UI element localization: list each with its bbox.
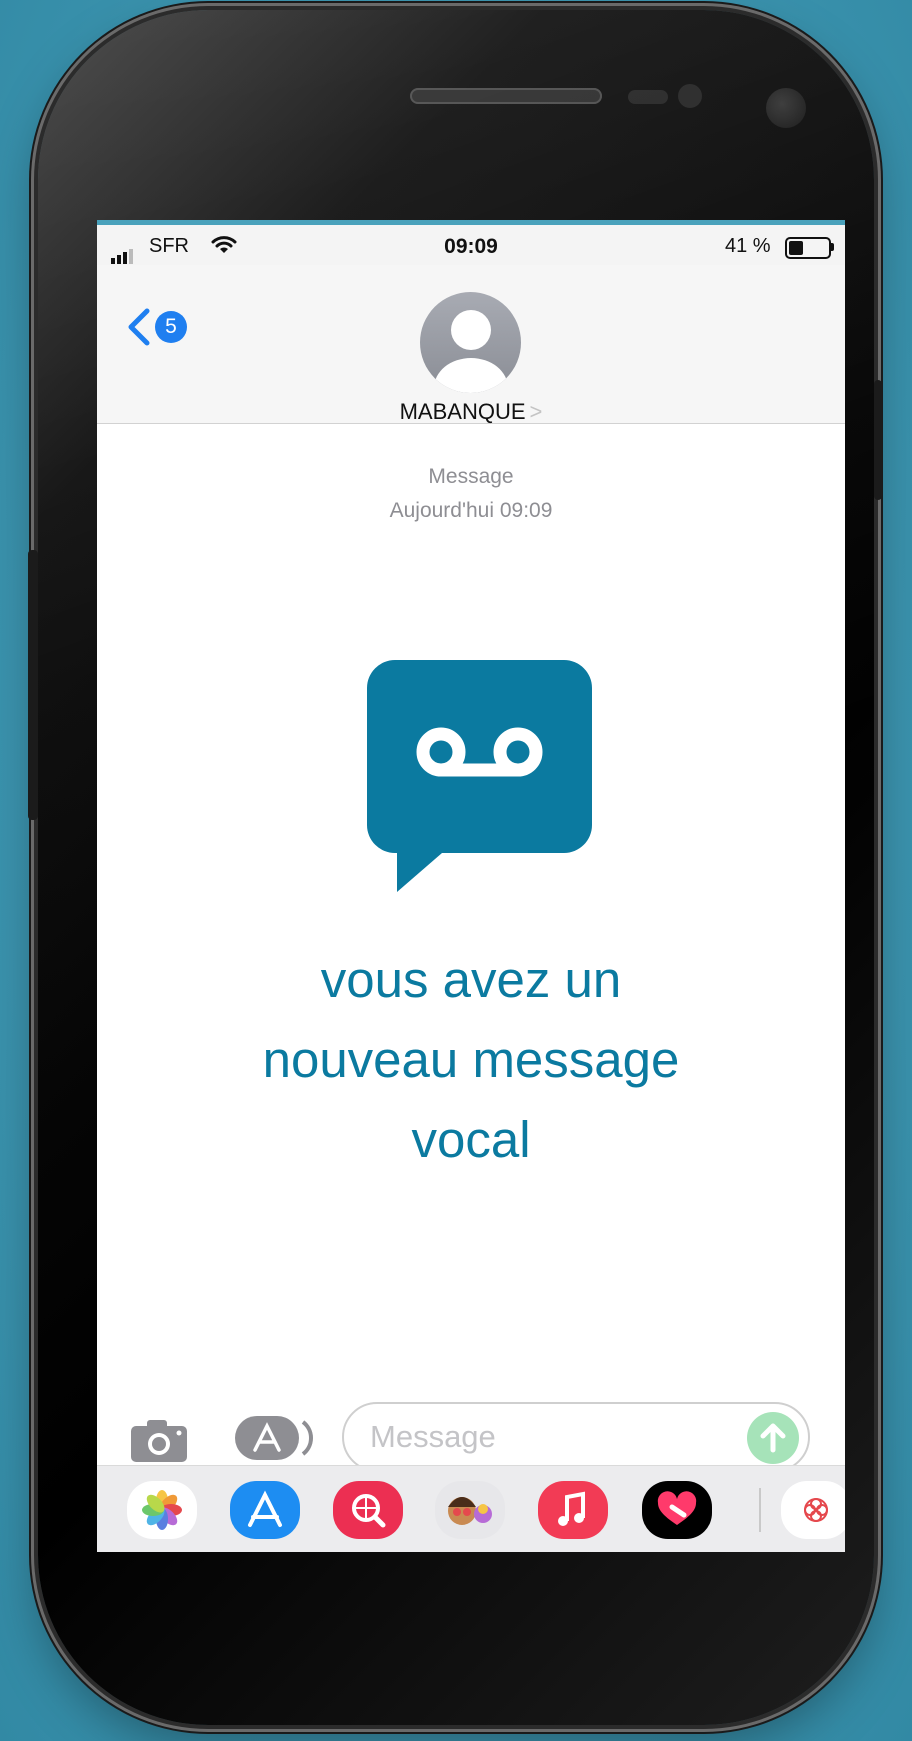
message-timestamp: Aujourd'hui 09:09	[389, 499, 553, 522]
message-meta: Message Aujourd'hui 09:09	[97, 460, 845, 528]
web-search-icon[interactable]	[333, 1481, 403, 1539]
voicemail-notice: vous avez un nouveau message vocal	[171, 940, 771, 1180]
arrow-up-icon	[760, 1423, 786, 1453]
voicemail-icon	[367, 660, 592, 892]
drawer-divider	[759, 1488, 761, 1532]
contact-name-button[interactable]: MABANQUE >	[97, 399, 845, 425]
volume-button	[28, 550, 38, 820]
avatar-head	[451, 310, 491, 350]
voicemail-line-2: nouveau message	[262, 1031, 680, 1088]
back-button[interactable]: 5	[125, 305, 195, 349]
photos-icon[interactable]	[127, 1481, 197, 1539]
voicemail-line-3: vocal	[411, 1111, 531, 1168]
memoji-icon[interactable]	[435, 1481, 505, 1539]
phone-screen: SFR 09:09 41 % 5 MABANQUE > Message Aujo…	[97, 220, 845, 1552]
activity-icon[interactable]	[781, 1481, 845, 1539]
send-button[interactable]	[747, 1412, 799, 1464]
contact-name: MABANQUE	[399, 399, 526, 424]
battery-level	[789, 241, 803, 255]
message-input-placeholder: Message	[370, 1419, 496, 1454]
power-button	[874, 380, 882, 500]
camera-icon[interactable]	[129, 1418, 189, 1464]
message-input-bar: Message	[97, 1380, 845, 1472]
unread-count-badge: 5	[155, 311, 187, 343]
contact-avatar[interactable]	[420, 292, 521, 393]
battery-icon	[785, 237, 831, 259]
music-icon[interactable]	[538, 1481, 608, 1539]
digital-touch-icon[interactable]	[642, 1481, 712, 1539]
app-store-button-icon[interactable]	[233, 1412, 313, 1464]
imessage-app-drawer	[97, 1465, 845, 1552]
app-store-icon[interactable]	[230, 1481, 300, 1539]
chevron-left-icon	[128, 308, 150, 346]
voicemail-line-1: vous avez un	[320, 951, 622, 1008]
light-sensor	[678, 84, 702, 108]
avatar-body	[434, 358, 508, 393]
message-input[interactable]: Message	[342, 1402, 810, 1472]
message-label: Message	[428, 465, 514, 488]
battery-nub	[831, 243, 834, 251]
chevron-right-icon: >	[529, 399, 543, 424]
battery-percentage: 41 %	[725, 235, 771, 257]
conversation-header: 5 MABANQUE >	[97, 265, 845, 424]
front-camera	[766, 88, 806, 128]
earpiece-speaker	[410, 88, 602, 104]
status-bar: SFR 09:09 41 %	[97, 225, 845, 265]
proximity-sensor	[628, 90, 668, 104]
